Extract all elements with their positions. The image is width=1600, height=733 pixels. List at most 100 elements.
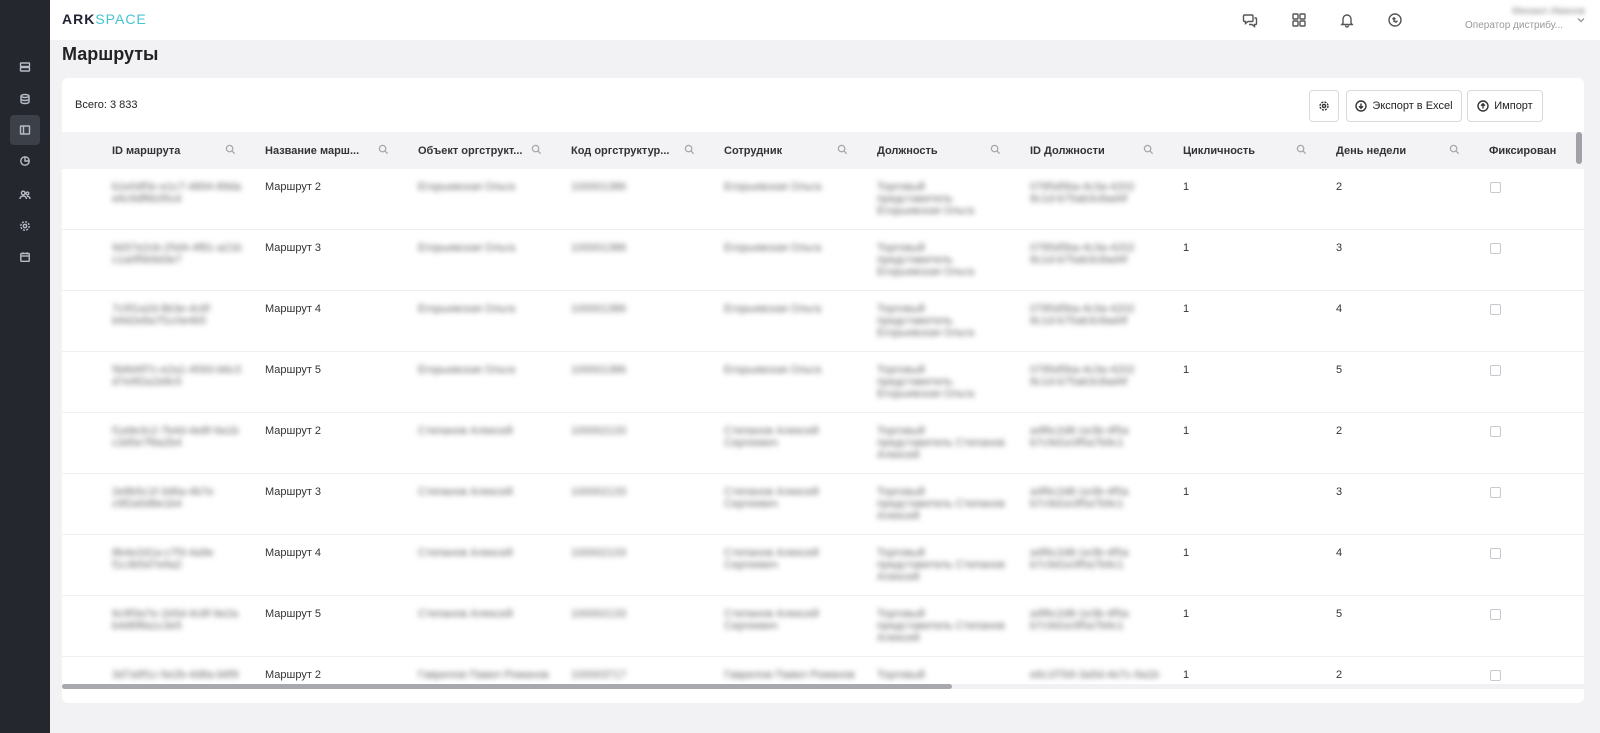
sync-button[interactable] [1385, 10, 1405, 30]
cyclicity: 1 [1183, 364, 1190, 376]
grid-icon [1292, 13, 1306, 27]
fixed-checkbox[interactable] [1490, 548, 1501, 559]
column-header[interactable]: Код оргструктур... [571, 132, 669, 169]
import-button[interactable]: Импорт [1467, 90, 1543, 122]
table-header: ID маршрута Название марш... Объект оргс… [62, 132, 1584, 169]
search-icon [1143, 144, 1154, 155]
search-icon [378, 144, 389, 155]
position: Торговый представитель Степанов Алексей [877, 547, 1005, 583]
column-search-button[interactable] [1143, 144, 1155, 156]
table-row[interactable]: 9d37e2cb-25d4-4f81-a21b c1a0f5b9d3e7 Мар… [62, 230, 1584, 291]
cyclicity: 1 [1183, 669, 1190, 681]
table-row[interactable]: 7c5f1a2d-8b3e-4c6f b9d2e8a7f1c0e4b5 Марш… [62, 291, 1584, 352]
fixed-checkbox[interactable] [1490, 426, 1501, 437]
position: Торговый представитель Степанов Алексей [877, 425, 1005, 461]
column-search-button[interactable] [990, 144, 1002, 156]
org-object: Степанов Алексей [418, 486, 513, 498]
weekday: 5 [1336, 608, 1343, 620]
route-id: 6c9f3a7e-1b5d-4c8f-9e2a b4d6f8a1c3e5 [112, 608, 238, 632]
position-id: 0785d5ba-4c3a-4202 8c1d-b75ab3c8ad4f [1030, 364, 1135, 388]
table-settings-button[interactable] [1309, 90, 1339, 122]
sidebar-item-calendar[interactable] [10, 242, 40, 272]
sidebar-item-routes[interactable] [10, 115, 40, 145]
fixed-checkbox[interactable] [1490, 609, 1501, 620]
column-search-button[interactable] [684, 144, 696, 156]
table-row[interactable]: b1e0df3c-e1c7-4894-89da e6c9df6b35cd Мар… [62, 169, 1584, 230]
route-name: Маршрут 2 [265, 181, 322, 193]
export-excel-button[interactable]: Экспорт в Excel [1346, 90, 1462, 122]
org-code: 100001386 [571, 303, 627, 315]
table-row[interactable]: 6c9f3a7e-1b5d-4c8f-9e2a b4d6f8a1c3e5 Мар… [62, 596, 1584, 657]
org-object: Егорьевская Ольга [418, 364, 516, 376]
org-code: 100003717 [571, 669, 627, 681]
routes-icon [19, 125, 31, 135]
import-label: Импорт [1494, 100, 1533, 112]
column-search-button[interactable] [1296, 144, 1308, 156]
position: Торговый представитель Егорьевская Ольга [877, 303, 975, 339]
routes-card: Всего: 3 833 Экспорт в Excel Импорт ID м… [62, 78, 1584, 703]
settings-icon [20, 221, 30, 231]
table-row[interactable]: 2e8b5c1f-3d6a-4b7e c9f2a5d8e1b4 Маршрут … [62, 474, 1584, 535]
fixed-checkbox[interactable] [1490, 304, 1501, 315]
route-id: b1e0df3c-e1c7-4894-89da e6c9df6b35cd [112, 181, 242, 205]
column-header[interactable]: День недели [1336, 132, 1406, 169]
table-row[interactable]: 5b8d4f7c-e2a1-4593-b6c3 d7e9f2a1b8c5 Мар… [62, 352, 1584, 413]
route-id: 5b8d4f7c-e2a1-4593-b6c3 d7e9f2a1b8c5 [112, 364, 242, 388]
column-header[interactable]: Фиксирован [1489, 132, 1556, 169]
org-object: Степанов Алексей [418, 425, 513, 437]
search-icon [1296, 144, 1307, 155]
org-object: Гаврилов Павел Романов [418, 669, 549, 681]
search-icon [531, 144, 542, 155]
table-row[interactable]: f1a9e3c2-7b4d-4e8f-9a1b c3d5e7f9a2b4 Мар… [62, 413, 1584, 474]
column-header[interactable]: Должность [877, 132, 938, 169]
weekday: 2 [1336, 425, 1343, 437]
position: Торговый представитель Егорьевская Ольга [877, 181, 975, 217]
fixed-checkbox[interactable] [1490, 243, 1501, 254]
column-search-button[interactable] [225, 144, 237, 156]
table-row[interactable]: 8b4e2d1a-c7f3-4a9e f1c3b5d7e9a2 Маршрут … [62, 535, 1584, 596]
sidebar-item-users[interactable] [10, 180, 40, 210]
column-header[interactable]: Объект оргструкт... [418, 132, 522, 169]
app-logo[interactable]: ARKSPACE [62, 11, 147, 27]
employee: Степанов Алексей Сергеевич [724, 486, 819, 510]
fixed-checkbox[interactable] [1490, 487, 1501, 498]
database-icon [20, 93, 30, 105]
column-header[interactable]: Название марш... [265, 132, 359, 169]
column-search-button[interactable] [378, 144, 390, 156]
fixed-checkbox[interactable] [1490, 670, 1501, 681]
user-menu[interactable]: Михаил Иванов Оператор дистрибу... [1465, 6, 1585, 31]
upload-icon [1477, 100, 1489, 112]
column-search-button[interactable] [837, 144, 849, 156]
route-name: Маршрут 5 [265, 364, 322, 376]
position-id: 0785d5ba-4c3a-4202 8c1d-b75ab3c8ad4f [1030, 181, 1135, 205]
cyclicity: 1 [1183, 547, 1190, 559]
org-code: 100002133 [571, 547, 627, 559]
column-search-button[interactable] [1449, 144, 1461, 156]
vertical-scrollbar[interactable] [1576, 132, 1582, 164]
weekday: 4 [1336, 547, 1343, 559]
column-search-button[interactable] [531, 144, 543, 156]
fixed-checkbox[interactable] [1490, 365, 1501, 376]
org-object: Степанов Алексей [418, 608, 513, 620]
sidebar-item-storage[interactable] [10, 52, 40, 82]
horizontal-scrollbar-thumb[interactable] [62, 684, 952, 689]
weekday: 3 [1336, 486, 1343, 498]
total-count: Всего: 3 833 [75, 99, 138, 111]
column-header[interactable]: Сотрудник [724, 132, 782, 169]
column-header[interactable]: Цикличность [1183, 132, 1255, 169]
table-row[interactable]: 3d7a9f1c-5e2b-4d8a-b6f9 Маршрут 2 Гаврил… [62, 657, 1584, 684]
sidebar-item-database[interactable] [10, 84, 40, 114]
sidebar-item-settings[interactable] [10, 211, 40, 241]
fixed-checkbox[interactable] [1490, 182, 1501, 193]
apps-button[interactable] [1289, 10, 1309, 30]
org-code: 100001386 [571, 181, 627, 193]
support-chat-button[interactable] [1240, 10, 1260, 30]
notifications-button[interactable] [1337, 10, 1357, 30]
sidebar-item-analytics[interactable] [10, 146, 40, 176]
horizontal-scrollbar[interactable] [62, 684, 1584, 689]
column-header[interactable]: ID Должности [1030, 132, 1105, 169]
logo-space: SPACE [95, 11, 147, 27]
column-header[interactable]: ID маршрута [112, 132, 180, 169]
position: Торговый представитель Егорьевская Ольга [877, 242, 975, 278]
user-menu-toggle[interactable] [1576, 14, 1588, 26]
